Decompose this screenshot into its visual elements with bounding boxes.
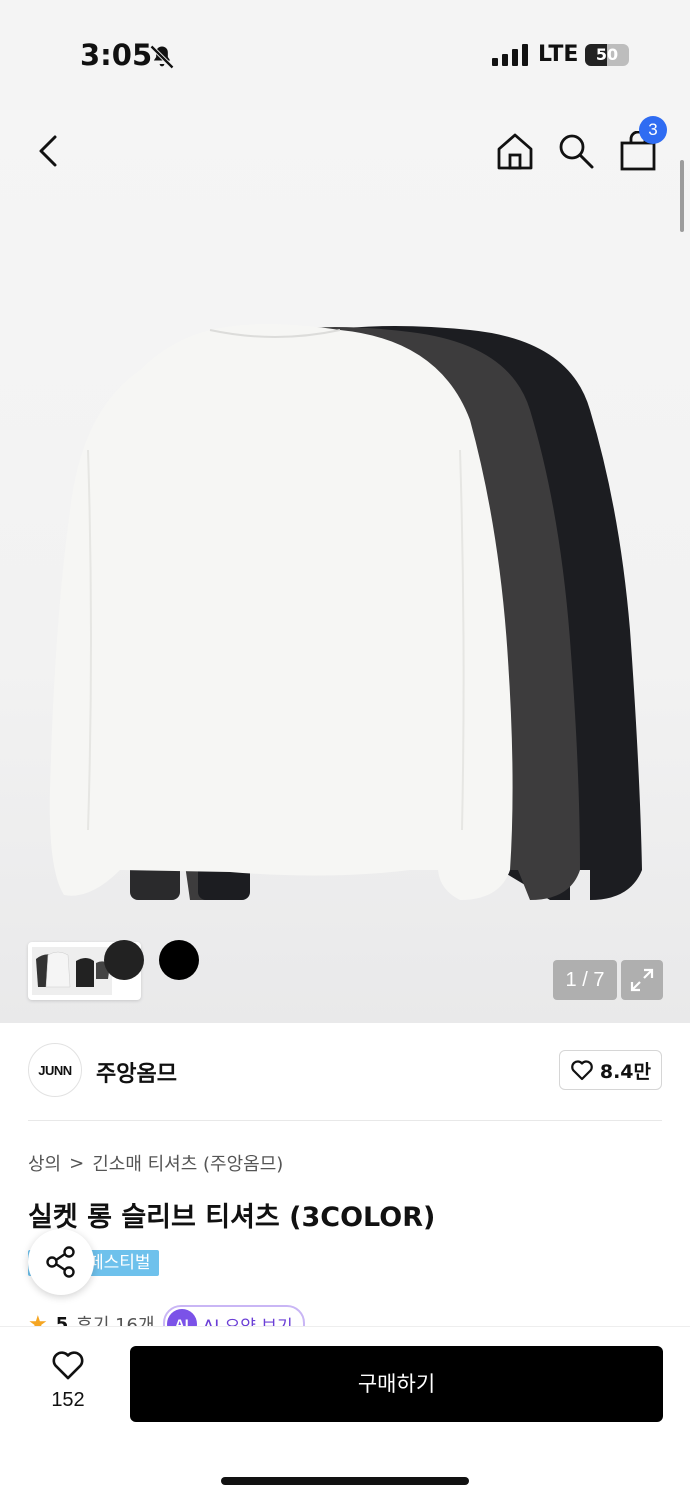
heart-icon [52, 1351, 84, 1380]
ai-summary-button[interactable]: AI AI 요약 보기 [162, 1305, 305, 1327]
ai-summary-label: AI 요약 보기 [203, 1312, 293, 1327]
status-time: 3:05 [80, 38, 153, 72]
brand-name[interactable]: 주앙옴므 [96, 1056, 177, 1088]
breadcrumb-item-top[interactable]: 상의 [28, 1150, 61, 1176]
page-counter: 1 / 7 [553, 960, 617, 1000]
buy-button[interactable]: 구매하기 [130, 1346, 663, 1422]
product-info: JUNN 주앙옴므 8.4만 상의 > 긴소매 티셔츠 (주앙옴므) 실켓 롱 … [0, 1023, 690, 1326]
divider [28, 1120, 662, 1121]
search-button[interactable] [551, 126, 601, 176]
home-button[interactable] [490, 126, 540, 176]
brand-logo[interactable]: JUNN [28, 1043, 82, 1097]
battery-level: 50 [595, 45, 619, 64]
network-label: LTE [538, 42, 579, 67]
share-icon [46, 1246, 75, 1278]
back-button[interactable] [24, 126, 74, 176]
brand-like-count: 8.4만 [599, 1060, 651, 1083]
product-like-count: 152 [51, 1389, 85, 1411]
brand-row[interactable]: JUNN 주앙옴므 8.4만 [28, 1043, 662, 1099]
color-swatch-black[interactable] [159, 940, 199, 980]
top-nav: 3 [0, 110, 690, 200]
cart-count-badge: 3 [639, 116, 667, 144]
signal-icon [492, 44, 528, 66]
share-button[interactable] [28, 1229, 94, 1295]
product-image [49, 324, 642, 900]
search-icon [559, 134, 594, 169]
home-indicator[interactable] [221, 1477, 469, 1485]
heart-icon [571, 1060, 593, 1081]
battery-icon: 50 [585, 44, 629, 66]
scrollbar[interactable] [680, 160, 684, 232]
status-bar: 3:05 LTE 50 [0, 0, 690, 110]
expand-icon [630, 968, 654, 992]
thumbnail-image [32, 947, 112, 995]
chevron-left-icon [39, 135, 57, 167]
cart-button[interactable]: 3 [613, 116, 667, 176]
breadcrumb-item-category[interactable]: 긴소매 티셔츠 (주앙옴므) [92, 1150, 283, 1176]
review-count[interactable]: 후기 16개 [76, 1311, 154, 1326]
brand-like-button[interactable]: 8.4만 [558, 1050, 662, 1090]
product-gallery[interactable]: 3 › 1 / 7 [0, 110, 690, 1023]
expand-button[interactable] [621, 960, 663, 1000]
bottom-action-bar: 152 구매하기 [0, 1326, 690, 1500]
product-title: 실켓 롱 슬리브 티셔츠 (3COLOR) [28, 1202, 436, 1233]
product-like-button[interactable]: 152 [36, 1349, 100, 1419]
ai-icon: AI [166, 1309, 197, 1326]
home-icon [497, 133, 533, 170]
rating-value: 5 [55, 1313, 69, 1327]
rating-row: ★ 5 후기 16개 AI AI 요약 보기 [28, 1305, 305, 1326]
star-icon: ★ [28, 1311, 48, 1327]
bell-off-icon [150, 45, 174, 69]
color-swatch-charcoal[interactable] [104, 940, 144, 980]
breadcrumb: 상의 > 긴소매 티셔츠 (주앙옴므) [28, 1150, 283, 1176]
breadcrumb-separator: > [69, 1152, 85, 1174]
